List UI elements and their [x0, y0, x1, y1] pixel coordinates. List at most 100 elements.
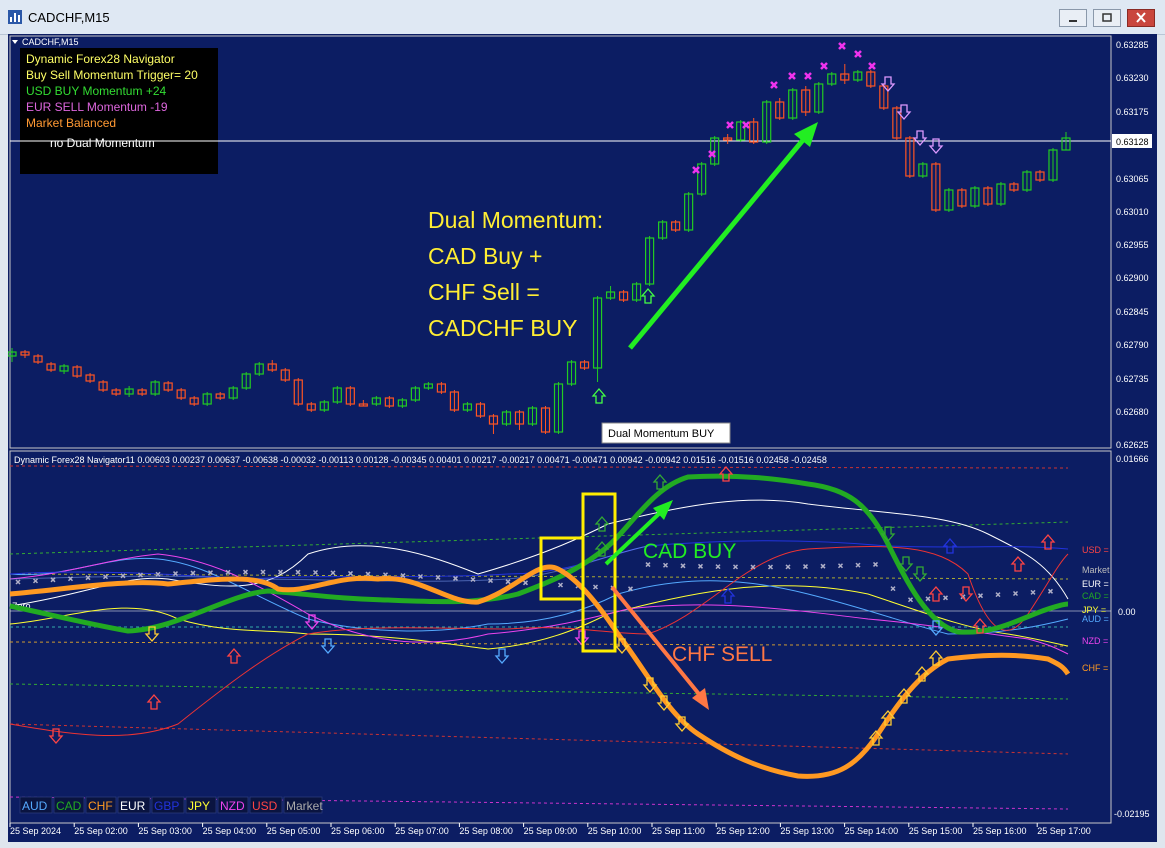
currency-right-labels: USD =MarketEUR =CAD =JPY =AUD =NZD =CHF …	[1082, 545, 1110, 673]
annotation-line-4: CADCHF BUY	[428, 315, 578, 341]
time-tick-label: 25 Sep 16:00	[973, 826, 1027, 836]
market-x-marker	[680, 563, 686, 569]
market-x-marker	[1012, 590, 1019, 597]
window-title: CADCHF,M15	[28, 10, 110, 25]
candle	[749, 118, 759, 144]
svg-text:JPY: JPY	[188, 799, 210, 813]
market-x-marker	[15, 579, 21, 585]
candle	[267, 360, 277, 372]
price-tick-label: 0.62845	[1116, 307, 1149, 317]
candle	[111, 388, 121, 396]
up-arrow-marker	[591, 388, 607, 404]
legend-item[interactable]: USD	[249, 796, 283, 814]
sell-cross-marker	[742, 121, 750, 129]
indicator-axis-mid: 0.00	[1118, 607, 1136, 617]
info-line-4: EUR SELL Momentum -19	[26, 100, 168, 114]
market-x-marker	[907, 597, 914, 603]
time-tick-label: 25 Sep 08:00	[459, 826, 513, 836]
app-window: CADCHF,M15 CADCHF,M15 Dynamic Forex28 Na…	[0, 0, 1165, 848]
symbol-menu-icon[interactable]	[12, 40, 18, 44]
indicator-levels	[9, 465, 1111, 810]
legend-item[interactable]: EUR	[117, 796, 151, 814]
minimize-button[interactable]	[1059, 9, 1087, 27]
time-tick-label: 25 Sep 11:00	[652, 826, 705, 836]
candle	[501, 410, 512, 426]
market-x-marker	[522, 580, 529, 586]
time-tick-label: 25 Sep 04:00	[203, 826, 257, 836]
legend-item[interactable]: CHF	[85, 796, 117, 814]
market-x-marker	[645, 562, 651, 568]
indicator-up-arrow	[146, 694, 162, 710]
legend-item[interactable]: Market	[283, 796, 323, 814]
candle	[319, 400, 329, 412]
sell-cross-marker	[868, 62, 876, 70]
market-x-marker	[697, 563, 704, 569]
info-line-2: Buy Sell Momentum Trigger= 20	[26, 68, 198, 82]
candle	[254, 362, 264, 376]
candle	[423, 382, 433, 390]
market-x-marker	[32, 578, 39, 584]
market-x-marker	[50, 577, 56, 583]
price-tick-label: 0.62790	[1116, 340, 1149, 350]
candle	[931, 162, 941, 212]
currency-right-label: EUR =	[1082, 579, 1109, 589]
legend-item[interactable]: NZD	[217, 796, 249, 814]
legend-item[interactable]: AUD	[19, 796, 53, 814]
candle	[684, 192, 694, 232]
candle	[332, 386, 342, 404]
candle	[176, 388, 186, 400]
market-x-marker	[365, 571, 371, 577]
candle	[150, 380, 160, 396]
svg-text:CAD: CAD	[56, 799, 82, 813]
market-x-marker	[715, 564, 721, 570]
time-tick-label: 25 Sep 15:00	[909, 826, 963, 836]
price-tick-label: 0.62735	[1116, 374, 1149, 384]
chart-area[interactable]: CADCHF,M15 Dynamic Forex28 Navigator Buy…	[7, 34, 1157, 842]
sell-cross-marker	[820, 62, 828, 70]
chart-canvas[interactable]: CADCHF,M15 Dynamic Forex28 Navigator Buy…	[7, 34, 1157, 842]
candle	[202, 392, 212, 406]
legend-item[interactable]: JPY	[185, 796, 217, 814]
market-x-marker	[452, 575, 459, 581]
time-tick-label: 25 Sep 12:00	[716, 826, 770, 836]
market-x-marker	[347, 570, 354, 576]
market-x-marker	[837, 563, 844, 569]
candle	[488, 414, 499, 434]
indicator-up-arrow	[226, 648, 242, 664]
legend-item[interactable]: CAD	[53, 796, 85, 814]
candle	[631, 282, 642, 302]
market-x-marker	[1047, 588, 1054, 594]
candle	[371, 396, 381, 406]
candle	[241, 372, 251, 390]
market-x-marker	[505, 579, 511, 585]
time-tick-label: 25 Sep 06:00	[331, 826, 385, 836]
candle	[671, 220, 681, 232]
restore-button[interactable]	[1093, 9, 1121, 27]
sell-cross-marker	[770, 81, 778, 89]
candle	[983, 186, 993, 206]
price-tick-label: 0.62900	[1116, 273, 1149, 283]
candle	[46, 362, 56, 372]
candle	[345, 386, 355, 406]
candle	[98, 380, 108, 392]
eur-line	[9, 499, 1069, 607]
candle	[566, 360, 577, 386]
candle	[1048, 148, 1058, 182]
market-x-marker	[662, 562, 669, 568]
svg-text:USD: USD	[252, 799, 278, 813]
candle	[918, 162, 928, 178]
candle	[814, 82, 824, 114]
market-x-marker	[767, 564, 774, 570]
market-x-marker	[312, 569, 319, 576]
down-arrow-marker	[896, 104, 912, 120]
legend-item[interactable]: GBP	[151, 796, 185, 814]
market-x-marker	[820, 563, 826, 569]
indicator-frame	[9, 450, 1112, 824]
sell-cross-marker	[838, 42, 846, 50]
candle	[827, 72, 837, 86]
svg-text:AUD: AUD	[22, 799, 48, 813]
market-x-marker	[277, 569, 284, 575]
close-button[interactable]	[1127, 9, 1155, 27]
candle	[293, 378, 303, 406]
candle	[85, 373, 95, 383]
